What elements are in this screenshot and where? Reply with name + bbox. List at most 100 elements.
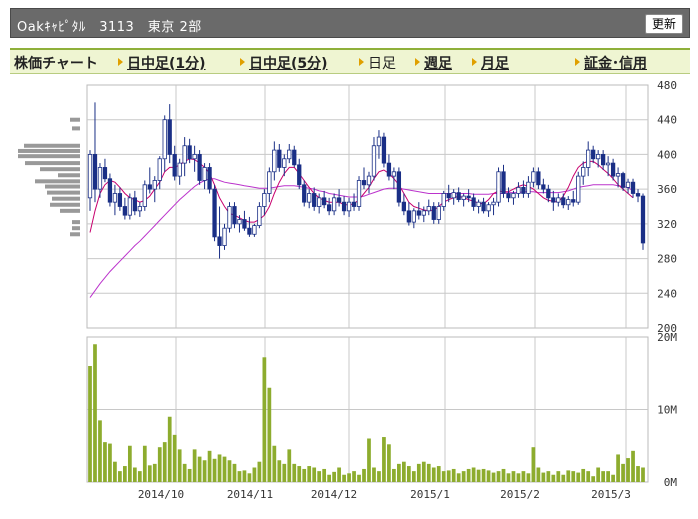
volume-bar xyxy=(601,471,606,482)
volume-bar xyxy=(406,466,411,482)
stock-chart: 480440400360320280240200 20M10M0M 2014/1… xyxy=(18,79,678,501)
price-tick-label: 280 xyxy=(657,253,677,266)
date-tick-label: 2014/11 xyxy=(227,488,273,501)
volume-bar xyxy=(426,463,431,482)
volume-bar xyxy=(212,458,217,482)
volume-bar xyxy=(327,474,332,482)
volume-bar xyxy=(98,420,102,482)
volume-profile-bar xyxy=(45,184,80,189)
candle-body xyxy=(232,206,237,225)
volume-bar xyxy=(506,473,511,482)
volume-bar xyxy=(103,442,107,482)
volume-bar xyxy=(127,445,132,482)
price-axis: 480440400360320280240200 xyxy=(657,79,677,335)
volume-bar xyxy=(466,468,471,482)
volume-tick-label: 20M xyxy=(657,331,677,344)
candle-body xyxy=(336,197,342,203)
volume-bar xyxy=(456,473,461,482)
volume-bar xyxy=(641,467,645,482)
volume-bar xyxy=(481,468,486,482)
candle-body xyxy=(506,193,511,199)
candle-body xyxy=(287,149,292,160)
candle-body xyxy=(546,188,551,199)
volume-tick-label: 0M xyxy=(664,476,678,489)
candle-body xyxy=(331,197,337,212)
volume-bar xyxy=(182,463,187,482)
volume-bar xyxy=(272,445,277,482)
volume-profile-bar xyxy=(47,190,80,195)
candle-body xyxy=(625,181,631,188)
candle-body xyxy=(247,227,252,235)
volume-bar xyxy=(586,471,591,482)
price-tick-label: 400 xyxy=(657,148,677,161)
volume-bar xyxy=(277,460,282,482)
candle-body xyxy=(456,192,461,200)
candle-body xyxy=(142,184,147,207)
candle-body xyxy=(242,219,247,229)
volume-profile-bar xyxy=(60,208,80,213)
candle-body xyxy=(596,154,601,160)
volume-profile-bar xyxy=(18,148,80,153)
candle-body xyxy=(476,201,481,207)
volume-bar xyxy=(322,468,327,482)
candle-body xyxy=(581,167,586,177)
volume-bar xyxy=(357,474,361,482)
volume-bar xyxy=(347,473,351,482)
candle-body xyxy=(317,197,322,207)
volume-profile-bar xyxy=(72,126,80,131)
volume-profile-bar xyxy=(35,179,80,184)
candle-body xyxy=(117,193,123,207)
candle-body xyxy=(292,149,297,166)
candle-body xyxy=(351,201,357,207)
volume-bar xyxy=(416,463,421,482)
candle-body xyxy=(366,175,372,186)
candle-body xyxy=(302,184,307,203)
candle-body xyxy=(307,193,312,203)
volume-bar xyxy=(317,471,322,482)
candle-body xyxy=(312,193,317,207)
volume-bar xyxy=(252,467,257,482)
volume-profile-bar xyxy=(70,117,80,122)
candle-body xyxy=(137,206,142,212)
volume-bar xyxy=(581,468,586,482)
volume-bar xyxy=(431,467,436,482)
volume-profile-bar xyxy=(50,202,80,207)
candle-body xyxy=(187,145,192,160)
candle-body xyxy=(496,171,501,203)
candle-body xyxy=(431,206,436,220)
volume-bar xyxy=(307,466,312,482)
candle-body xyxy=(436,206,441,220)
candle-body xyxy=(97,167,103,190)
volume-bar xyxy=(611,474,615,482)
candle-body xyxy=(326,204,332,212)
volume-bar xyxy=(247,473,252,482)
candle-body xyxy=(531,171,536,183)
candle-body xyxy=(640,195,646,244)
candle-body xyxy=(441,193,446,207)
candle-body xyxy=(222,227,227,246)
volume-bar xyxy=(536,467,541,482)
candle-body xyxy=(466,195,471,199)
volume-profile-bar xyxy=(70,232,80,237)
candle-body xyxy=(132,197,137,212)
volume-bar xyxy=(616,454,620,482)
volume-bar xyxy=(267,387,272,482)
price-tick-label: 240 xyxy=(657,287,677,300)
date-tick-label: 2015/1 xyxy=(410,488,450,501)
volume-bar xyxy=(187,468,192,482)
candle-body xyxy=(212,188,217,238)
volume-bar xyxy=(401,461,406,482)
candle-body xyxy=(341,201,347,212)
volume-bar xyxy=(436,466,441,482)
volume-bar xyxy=(501,468,506,482)
volume-bar xyxy=(157,447,162,482)
candle-body xyxy=(356,180,362,207)
candle-body xyxy=(102,167,108,180)
candle-body xyxy=(107,178,113,203)
volume-bar xyxy=(392,468,396,482)
candle-body xyxy=(416,210,421,216)
volume-bar xyxy=(172,434,177,482)
price-tick-label: 480 xyxy=(657,79,677,92)
volume-bar xyxy=(606,471,610,482)
date-axis: 2014/10 2014/11 2014/12 2015/1 2015/2 2015/3 xyxy=(138,488,631,501)
